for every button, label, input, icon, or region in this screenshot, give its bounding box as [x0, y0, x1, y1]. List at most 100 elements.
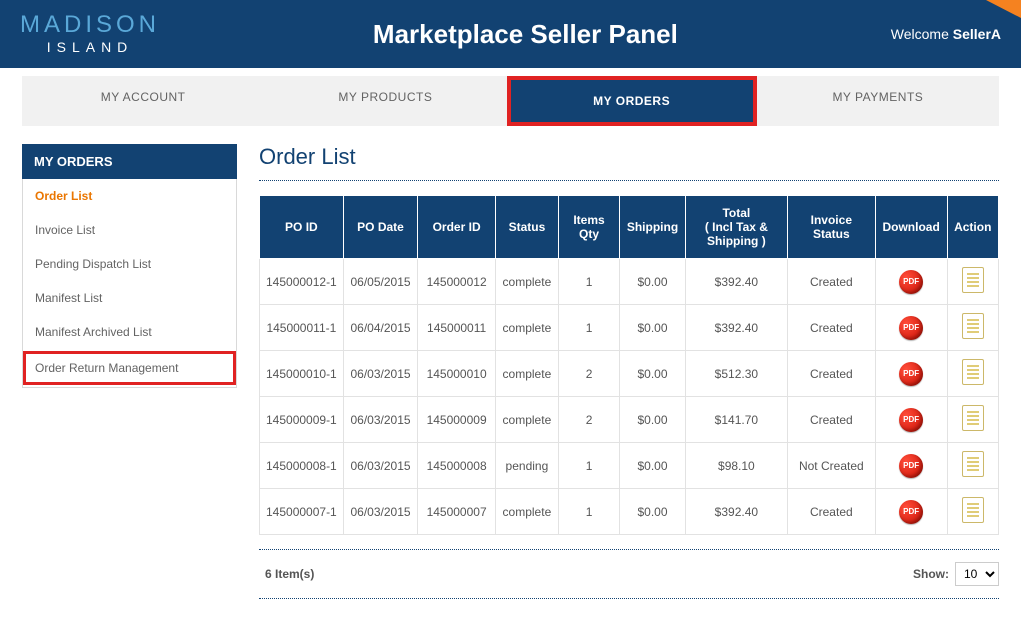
- page-title: Order List: [259, 144, 999, 170]
- show-wrap: Show: 10: [913, 562, 999, 586]
- sidebar-item-order-return-management[interactable]: Order Return Management: [23, 351, 236, 385]
- cell-action: [947, 305, 998, 351]
- cell-order-id: 145000007: [418, 489, 496, 535]
- col-invoice-status: Invoice Status: [787, 196, 875, 259]
- cell-items-qty: 1: [558, 443, 619, 489]
- table-row: 145000010-106/03/2015145000010complete2$…: [260, 351, 999, 397]
- cell-shipping: $0.00: [620, 305, 686, 351]
- main: Order List PO ID PO Date Order ID Status…: [259, 144, 999, 599]
- pdf-icon[interactable]: PDF: [899, 454, 923, 478]
- cell-action: [947, 259, 998, 305]
- col-po-id: PO ID: [260, 196, 344, 259]
- cell-items-qty: 1: [558, 305, 619, 351]
- pdf-icon[interactable]: PDF: [899, 500, 923, 524]
- logo-text-top: MADISON: [20, 13, 160, 37]
- action-view-icon[interactable]: [962, 451, 984, 477]
- pdf-icon[interactable]: PDF: [899, 316, 923, 340]
- pdf-icon[interactable]: PDF: [899, 408, 923, 432]
- cell-status: complete: [495, 351, 558, 397]
- cell-po-id: 145000010-1: [260, 351, 344, 397]
- action-view-icon[interactable]: [962, 497, 984, 523]
- cell-shipping: $0.00: [620, 397, 686, 443]
- col-download: Download: [875, 196, 947, 259]
- sidebar-item-manifest-list[interactable]: Manifest List: [23, 281, 236, 315]
- sidebar-item-manifest-archived-list[interactable]: Manifest Archived List: [23, 315, 236, 349]
- logo[interactable]: MADISON ISLAND: [20, 13, 160, 55]
- cell-invoice-status: Created: [787, 397, 875, 443]
- divider: [259, 180, 999, 181]
- content: MY ORDERS Order List Invoice List Pendin…: [0, 126, 1021, 617]
- cell-order-id: 145000008: [418, 443, 496, 489]
- cell-order-id: 145000011: [418, 305, 496, 351]
- sidebar-body: Order List Invoice List Pending Dispatch…: [22, 179, 237, 388]
- cell-shipping: $0.00: [620, 351, 686, 397]
- cell-invoice-status: Created: [787, 351, 875, 397]
- col-shipping: Shipping: [620, 196, 686, 259]
- show-select[interactable]: 10: [955, 562, 999, 586]
- cell-po-date: 06/03/2015: [343, 351, 418, 397]
- welcome-user: SellerA: [953, 26, 1001, 42]
- cell-total: $141.70: [685, 397, 787, 443]
- cell-download: PDF: [875, 443, 947, 489]
- tab-my-payments[interactable]: MY PAYMENTS: [757, 76, 999, 126]
- col-total: Total( Incl Tax & Shipping ): [685, 196, 787, 259]
- cell-total: $392.40: [685, 305, 787, 351]
- cell-download: PDF: [875, 397, 947, 443]
- col-items-qty: Items Qty: [558, 196, 619, 259]
- sidebar-header: MY ORDERS: [22, 144, 237, 179]
- item-count: 6 Item(s): [259, 567, 314, 581]
- pdf-icon[interactable]: PDF: [899, 362, 923, 386]
- cell-po-id: 145000012-1: [260, 259, 344, 305]
- action-view-icon[interactable]: [962, 313, 984, 339]
- show-label: Show:: [913, 567, 949, 581]
- cell-items-qty: 1: [558, 489, 619, 535]
- table-header-row: PO ID PO Date Order ID Status Items Qty …: [260, 196, 999, 259]
- cell-download: PDF: [875, 305, 947, 351]
- sidebar-item-order-list[interactable]: Order List: [23, 179, 236, 213]
- cell-total: $512.30: [685, 351, 787, 397]
- cell-download: PDF: [875, 259, 947, 305]
- header: MADISON ISLAND Marketplace Seller Panel …: [0, 0, 1021, 68]
- cell-invoice-status: Created: [787, 259, 875, 305]
- corner-triangle-icon: [986, 0, 1021, 18]
- tab-my-products[interactable]: MY PRODUCTS: [264, 76, 506, 126]
- cell-po-date: 06/03/2015: [343, 397, 418, 443]
- cell-po-id: 145000007-1: [260, 489, 344, 535]
- cell-items-qty: 2: [558, 397, 619, 443]
- cell-invoice-status: Created: [787, 305, 875, 351]
- cell-status: complete: [495, 259, 558, 305]
- welcome-prefix: Welcome: [891, 26, 953, 42]
- action-view-icon[interactable]: [962, 405, 984, 431]
- table-row: 145000007-106/03/2015145000007complete1$…: [260, 489, 999, 535]
- cell-action: [947, 489, 998, 535]
- cell-status: pending: [495, 443, 558, 489]
- action-view-icon[interactable]: [962, 267, 984, 293]
- cell-action: [947, 397, 998, 443]
- cell-order-id: 145000009: [418, 397, 496, 443]
- cell-action: [947, 351, 998, 397]
- cell-items-qty: 1: [558, 259, 619, 305]
- table-row: 145000009-106/03/2015145000009complete2$…: [260, 397, 999, 443]
- col-order-id: Order ID: [418, 196, 496, 259]
- cell-po-id: 145000009-1: [260, 397, 344, 443]
- pdf-icon[interactable]: PDF: [899, 270, 923, 294]
- cell-shipping: $0.00: [620, 489, 686, 535]
- cell-action: [947, 443, 998, 489]
- cell-invoice-status: Created: [787, 489, 875, 535]
- action-view-icon[interactable]: [962, 359, 984, 385]
- cell-items-qty: 2: [558, 351, 619, 397]
- cell-status: complete: [495, 305, 558, 351]
- cell-po-date: 06/04/2015: [343, 305, 418, 351]
- cell-status: complete: [495, 489, 558, 535]
- table-row: 145000011-106/04/2015145000011complete1$…: [260, 305, 999, 351]
- cell-shipping: $0.00: [620, 443, 686, 489]
- tab-my-account[interactable]: MY ACCOUNT: [22, 76, 264, 126]
- cell-po-id: 145000008-1: [260, 443, 344, 489]
- tab-my-orders[interactable]: MY ORDERS: [507, 76, 757, 126]
- cell-po-id: 145000011-1: [260, 305, 344, 351]
- cell-total: $98.10: [685, 443, 787, 489]
- table-row: 145000008-106/03/2015145000008pending1$0…: [260, 443, 999, 489]
- sidebar-item-pending-dispatch-list[interactable]: Pending Dispatch List: [23, 247, 236, 281]
- cell-order-id: 145000010: [418, 351, 496, 397]
- sidebar-item-invoice-list[interactable]: Invoice List: [23, 213, 236, 247]
